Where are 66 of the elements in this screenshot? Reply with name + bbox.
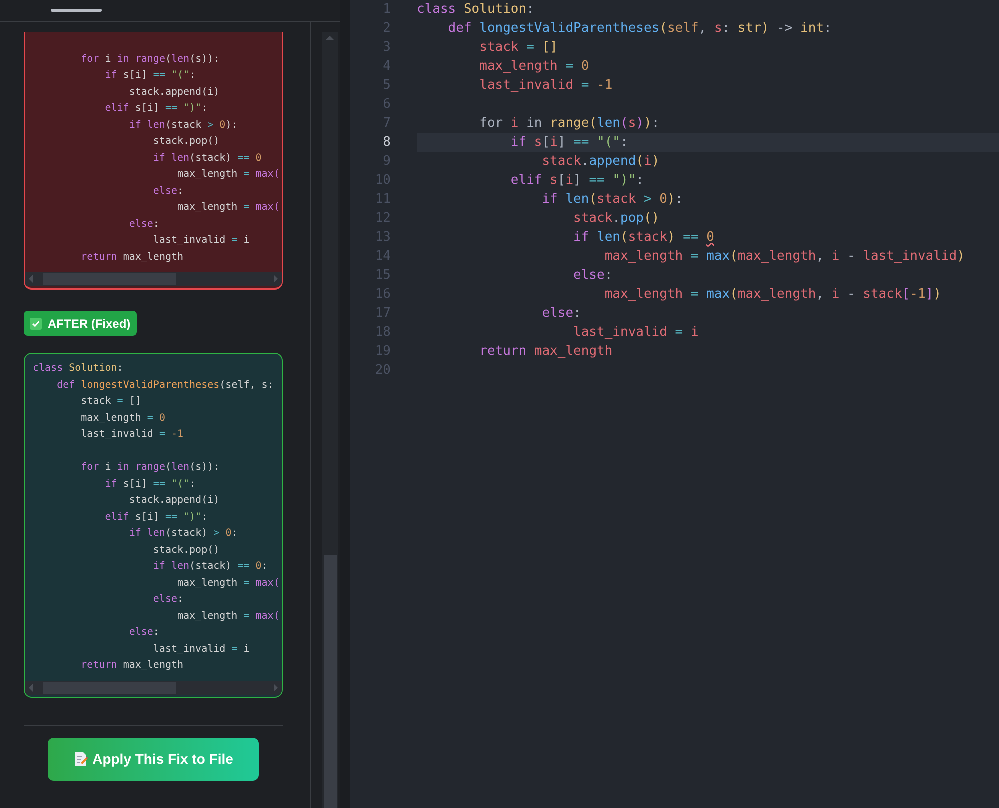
memo-icon	[74, 751, 88, 767]
badge-label: AFTER (Fixed)	[48, 316, 131, 332]
horizontal-scrollbar[interactable]	[25, 272, 282, 286]
code-line: if len(stack) > 0:	[128, 527, 238, 541]
code-line: else:	[541, 306, 582, 321]
code-line: return max_length	[80, 250, 184, 264]
code-line: max_length = max(	[176, 610, 280, 624]
code-line: max_length = max(	[176, 576, 280, 590]
code-line: stack.pop()	[152, 135, 220, 149]
code-line: return max_length	[80, 659, 184, 673]
code-line: if len(stack) == 0	[152, 152, 262, 166]
code-line: last_invalid = -1	[80, 428, 184, 442]
code-line: if len(stack > 0):	[541, 192, 684, 207]
scrollbar-thumb[interactable]	[324, 555, 336, 808]
scrollbar-thumb[interactable]	[43, 273, 176, 285]
code-line: if len(stack > 0):	[128, 118, 238, 132]
code-line: else:	[128, 218, 160, 232]
code-line: stack = []	[478, 40, 558, 55]
code-line: stack.pop()	[572, 211, 660, 226]
code-line: if len(stack) == 0:	[152, 560, 268, 574]
code-line: for i in range(len(s)):	[80, 52, 220, 66]
code-line: for i in range(len(s)):	[80, 461, 220, 475]
code-line: last_invalid = -1	[478, 78, 613, 93]
code-line: max_length = max(max_length, i - stack[-1])	[604, 287, 942, 302]
code-line: max_length = max(	[176, 168, 280, 182]
scroll-right-icon[interactable]	[273, 684, 279, 692]
code-line: if s[i] == "(":	[510, 135, 628, 150]
code-line: else:	[572, 268, 613, 283]
apply-fix-button[interactable]: Apply This Fix to File	[48, 738, 259, 780]
code-line: return max_length	[478, 344, 613, 359]
code-line: last_invalid = i	[572, 325, 699, 340]
scroll-left-icon[interactable]	[28, 275, 34, 283]
code-line: else:	[128, 626, 160, 640]
code-line: def longestValidParentheses(self, s: str) -> int:	[447, 21, 832, 36]
code-line: stack.append(i)	[541, 154, 660, 169]
code-line: else:	[152, 593, 184, 607]
code-line: max_length = max(max_length, i - last_invalid)	[604, 249, 965, 264]
code-line: last_invalid = i	[152, 234, 250, 248]
code-line: if len(stack) == 0	[572, 230, 714, 245]
scroll-left-icon[interactable]	[28, 684, 34, 692]
code-line: else:	[152, 184, 184, 198]
scrollbar[interactable]	[322, 32, 338, 808]
code-line: elif s[i] == ")":	[104, 510, 208, 524]
code-line: max_length = 0	[80, 412, 166, 426]
check-icon	[30, 318, 42, 330]
line-number: 8	[382, 134, 391, 152]
code-line: class Solution:	[417, 2, 534, 17]
code-line: elif s[i] == ")":	[104, 102, 208, 116]
tab-indicator	[51, 9, 102, 12]
code-line: max_length = 0	[478, 59, 590, 74]
code-line: max_length = max(	[176, 201, 280, 215]
code-line: class Solution:	[33, 362, 124, 376]
code-line: last_invalid = i	[152, 642, 250, 656]
code-line: for i in range(len(s)):	[478, 116, 660, 131]
code-line: stack = []	[80, 395, 142, 409]
splitter[interactable]	[340, 0, 350, 808]
code-line: if s[i] == "(":	[104, 69, 196, 83]
scroll-right-icon[interactable]	[273, 275, 279, 283]
code-line: if s[i] == "(":	[104, 478, 196, 492]
code-line: stack.append(i)	[128, 494, 220, 508]
horizontal-scrollbar[interactable]	[25, 680, 282, 694]
code-line: stack.pop()	[152, 544, 220, 558]
code-line: def longestValidParentheses(self, s:	[56, 378, 274, 392]
code-line: stack.append(i)	[128, 86, 220, 100]
code-line: elif s[i] == ")":	[510, 173, 644, 188]
scrollbar-thumb[interactable]	[43, 682, 176, 694]
